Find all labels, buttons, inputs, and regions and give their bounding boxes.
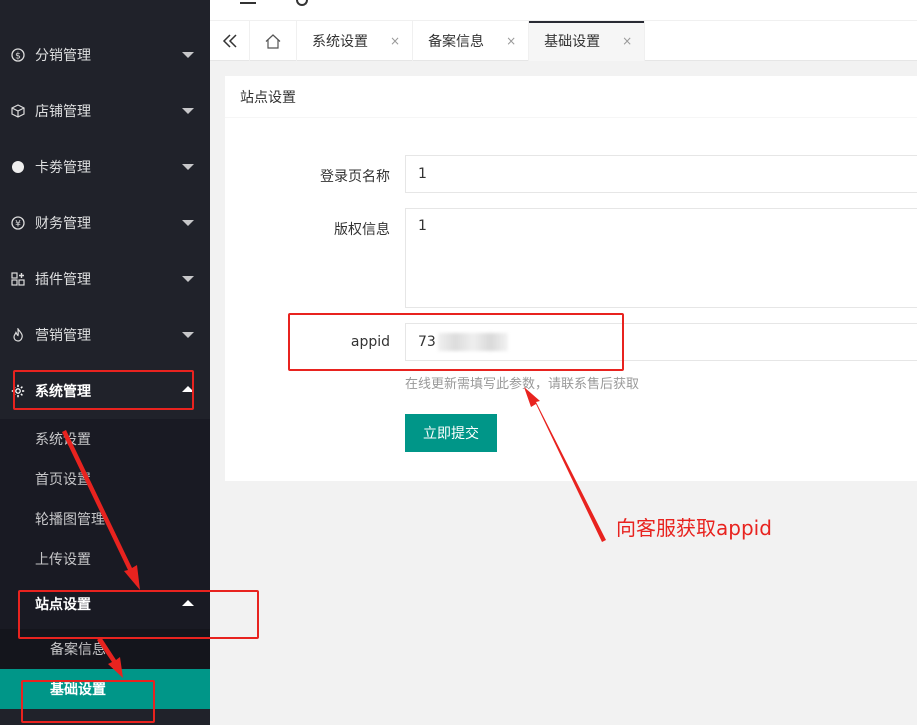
chevron-up-icon — [182, 386, 194, 392]
sidebar-item-label: 卡劵管理 — [35, 160, 91, 176]
chevron-down-icon — [182, 52, 194, 58]
sidebar-item-coupon[interactable]: 卡劵管理 — [0, 139, 210, 195]
top-header — [210, 0, 917, 20]
dollar-circle-icon: $ — [10, 47, 26, 63]
submenu-item-label: 站点设置 — [35, 597, 91, 613]
sidebar-item-marketing[interactable]: 营销管理 — [0, 307, 210, 363]
sidebar-item-label: 营销管理 — [35, 328, 91, 344]
submenu-item-home-settings[interactable]: 首页设置 — [0, 459, 210, 499]
site-settings-card: 站点设置 登录页名称 1 版权信息 1 appid 73 在线更新需填写此参数，… — [225, 76, 917, 481]
appid-input[interactable]: 73 — [405, 323, 917, 361]
submenu-item-filing-info[interactable]: 备案信息 — [0, 629, 210, 669]
close-icon[interactable]: × — [622, 34, 632, 48]
copyright-textarea[interactable]: 1 — [405, 208, 917, 308]
sidebar: $ 分销管理 店铺管理 卡劵管理 ¥ 财务管理 插件管理 营销管理 系统管理 系… — [0, 0, 210, 725]
tab-label: 系统设置 — [312, 34, 368, 50]
submenu-item-system-settings[interactable]: 系统设置 — [0, 419, 210, 459]
login-name-label: 登录页名称 — [320, 169, 390, 185]
home-icon — [265, 33, 281, 49]
appid-value: 73 — [418, 334, 436, 350]
sidebar-item-plugins[interactable]: 插件管理 — [0, 251, 210, 307]
tab-filing-info[interactable]: 备案信息 × — [413, 21, 530, 61]
sidebar-menu: $ 分销管理 店铺管理 卡劵管理 ¥ 财务管理 插件管理 营销管理 系统管理 系… — [0, 27, 210, 709]
submit-button[interactable]: 立即提交 — [405, 414, 497, 452]
cube-icon — [10, 103, 26, 119]
annotation-text: 向客服获取appid — [616, 516, 772, 540]
chevron-down-icon — [182, 220, 194, 226]
sidebar-item-label: 分销管理 — [35, 48, 91, 64]
sidebar-item-label: 系统管理 — [35, 384, 91, 400]
sidebar-item-label: 财务管理 — [35, 216, 91, 232]
double-chevron-left-icon — [222, 34, 237, 48]
card-title: 站点设置 — [225, 76, 917, 118]
dot-circle-icon — [10, 159, 26, 175]
sidebar-item-distribution[interactable]: $ 分销管理 — [0, 27, 210, 83]
sidebar-item-system[interactable]: 系统管理 — [0, 363, 210, 419]
chevron-down-icon — [182, 332, 194, 338]
fire-icon — [10, 327, 26, 343]
tab-basic-settings[interactable]: 基础设置 × — [529, 21, 646, 61]
tab-label: 备案信息 — [428, 34, 485, 50]
copyright-value: 1 — [418, 218, 427, 234]
yen-circle-icon: ¥ — [10, 215, 26, 231]
login-name-input[interactable]: 1 — [405, 155, 917, 193]
tab-bar: 系统设置 × 备案信息 × 基础设置 × — [210, 20, 917, 61]
tab-system-settings[interactable]: 系统设置 × — [297, 21, 414, 61]
site-settings-submenu: 备案信息 基础设置 — [0, 629, 210, 709]
sidebar-item-finance[interactable]: ¥ 财务管理 — [0, 195, 210, 251]
sidebar-item-label: 插件管理 — [35, 272, 91, 288]
chevron-down-icon — [182, 164, 194, 170]
system-submenu: 系统设置 首页设置 轮播图管理 上传设置 站点设置 备案信息 基础设置 — [0, 419, 210, 709]
tab-label: 基础设置 — [544, 34, 601, 50]
copyright-label: 版权信息 — [334, 222, 390, 238]
refresh-icon[interactable] — [296, 0, 308, 6]
svg-text:$: $ — [15, 52, 21, 62]
submenu-item-upload-settings[interactable]: 上传设置 — [0, 539, 210, 579]
redacted-value — [437, 333, 508, 351]
chevron-up-icon — [182, 600, 194, 606]
svg-text:¥: ¥ — [15, 220, 21, 230]
appid-hint: 在线更新需填写此参数，请联系售后获取 — [405, 377, 640, 392]
close-icon[interactable]: × — [506, 34, 516, 48]
submenu-item-carousel[interactable]: 轮播图管理 — [0, 499, 210, 539]
tabs-collapse-button[interactable] — [210, 21, 250, 61]
sidebar-item-store[interactable]: 店铺管理 — [0, 83, 210, 139]
gear-icon — [10, 383, 26, 399]
appid-label: appid — [350, 334, 390, 350]
close-icon[interactable]: × — [390, 34, 400, 48]
grid-plus-icon — [10, 271, 26, 287]
submenu-item-site-settings[interactable]: 站点设置 — [0, 579, 210, 629]
login-name-value: 1 — [418, 166, 427, 182]
submenu-item-basic-settings[interactable]: 基础设置 — [0, 669, 210, 709]
sidebar-item-label: 店铺管理 — [35, 104, 91, 120]
tab-home[interactable] — [250, 21, 297, 61]
chevron-down-icon — [182, 276, 194, 282]
menu-toggle-icon[interactable] — [240, 0, 256, 4]
chevron-down-icon — [182, 108, 194, 114]
